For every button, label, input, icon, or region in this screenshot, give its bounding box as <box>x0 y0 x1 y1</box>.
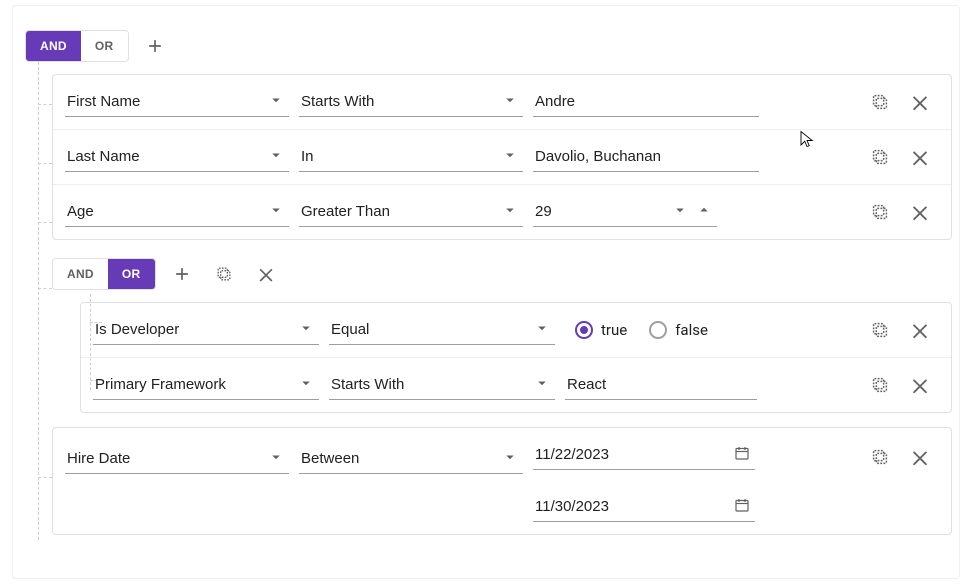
value-input-number[interactable] <box>533 197 717 227</box>
connector-line <box>38 163 52 164</box>
copy-button[interactable] <box>867 372 893 398</box>
subgroup-conjunction-toggle[interactable]: AND OR <box>52 258 156 290</box>
copy-button[interactable] <box>867 199 893 225</box>
copy-button[interactable] <box>867 444 893 470</box>
rule-row <box>53 428 951 534</box>
copy-icon <box>214 264 234 284</box>
field-select[interactable] <box>93 315 319 345</box>
calendar-icon[interactable] <box>733 444 751 466</box>
radio-false[interactable]: false <box>649 321 708 339</box>
root-group-header: AND OR <box>25 30 952 62</box>
operator-select[interactable] <box>329 315 555 345</box>
add-rule-button[interactable] <box>139 30 171 62</box>
subgroup-and-button[interactable]: AND <box>53 259 108 289</box>
rule-row: true false <box>81 303 951 357</box>
radio-true[interactable]: true <box>575 321 627 339</box>
value-input[interactable] <box>565 370 757 400</box>
connector-line <box>38 104 52 105</box>
field-select[interactable] <box>65 142 289 172</box>
radio-true-label: true <box>601 321 627 339</box>
subgroup-add-button[interactable] <box>166 258 198 290</box>
delete-button[interactable] <box>907 199 933 225</box>
plus-icon <box>145 36 165 56</box>
connector-line <box>38 222 52 223</box>
copy-button[interactable] <box>867 89 893 115</box>
field-select[interactable] <box>65 87 289 117</box>
date-from-input[interactable] <box>533 440 755 470</box>
subgroup-delete-button[interactable] <box>250 258 282 290</box>
copy-button[interactable] <box>867 317 893 343</box>
copy-button[interactable] <box>867 144 893 170</box>
subgroup-copy-button[interactable] <box>208 258 240 290</box>
rule-row <box>53 129 951 184</box>
date-to-input[interactable] <box>533 492 755 522</box>
operator-select[interactable] <box>329 370 555 400</box>
operator-select[interactable] <box>299 197 523 227</box>
value-input[interactable] <box>533 142 759 172</box>
subgroup-rules-list: true false <box>80 302 952 413</box>
field-select[interactable] <box>65 444 289 474</box>
operator-select[interactable] <box>299 87 523 117</box>
delete-button[interactable] <box>907 144 933 170</box>
subgroup-or-button[interactable]: OR <box>108 259 155 289</box>
delete-button[interactable] <box>907 89 933 115</box>
root-and-button[interactable]: AND <box>26 31 81 61</box>
operator-select[interactable] <box>299 444 523 474</box>
rule-row <box>53 184 951 239</box>
rule-row <box>53 75 951 129</box>
root-rules-list <box>52 74 952 240</box>
root-or-button[interactable]: OR <box>81 31 128 61</box>
close-icon <box>256 264 276 284</box>
delete-button[interactable] <box>907 444 933 470</box>
query-builder-root: AND OR <box>0 0 972 584</box>
connector-line <box>38 477 52 478</box>
subgroup-header: AND OR <box>52 258 952 290</box>
subgroup: AND OR <box>20 258 952 413</box>
calendar-icon[interactable] <box>733 496 751 518</box>
radio-group: true false <box>565 321 708 339</box>
delete-button[interactable] <box>907 317 933 343</box>
delete-button[interactable] <box>907 372 933 398</box>
value-input[interactable] <box>533 87 759 117</box>
plus-icon <box>172 264 192 284</box>
operator-select[interactable] <box>299 142 523 172</box>
radio-false-label: false <box>675 321 708 339</box>
date-rule-card <box>52 427 952 535</box>
field-select[interactable] <box>65 197 289 227</box>
root-conjunction-toggle[interactable]: AND OR <box>25 30 129 62</box>
field-select[interactable] <box>93 370 319 400</box>
rule-row <box>81 357 951 412</box>
